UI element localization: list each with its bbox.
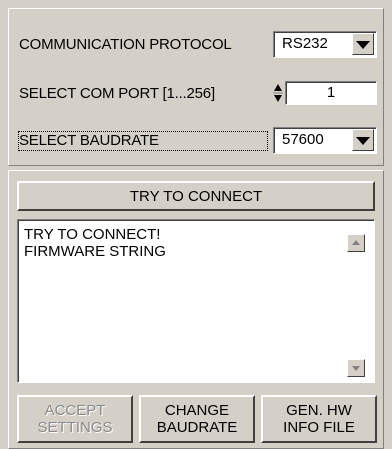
change-baudrate-label: CHANGE BAUDRATE [156,402,238,436]
gen-hw-info-file-button[interactable]: GEN. HW INFO FILE [261,395,377,443]
protocol-dropdown-button[interactable] [352,33,374,55]
scroll-down-button[interactable] [347,359,365,377]
try-connect-label: TRY TO CONNECT [129,187,263,205]
baudrate-dropdown-button[interactable] [352,129,374,151]
connection-log-text: TRY TO CONNECT! FIRMWARE STRING [24,226,166,260]
baudrate-value: 57600 [282,131,324,148]
try-connect-button[interactable]: TRY TO CONNECT [17,181,375,211]
scroll-up-button[interactable] [347,234,365,252]
connection-log[interactable]: TRY TO CONNECT! FIRMWARE STRING [17,219,375,383]
gen-hw-info-file-label: GEN. HW INFO FILE [283,402,355,436]
accept-settings-button[interactable]: ACCEPT SETTINGS [17,395,133,443]
baudrate-label: SELECT BAUDRATE [19,132,159,149]
scroll-up-icon [352,240,360,245]
protocol-value: RS232 [282,35,328,52]
com-port-value: 1 [326,84,336,101]
change-baudrate-button[interactable]: CHANGE BAUDRATE [139,395,255,443]
baudrate-select[interactable]: 57600 [273,127,377,154]
spinner-arrows-icon [273,84,283,102]
protocol-label: COMMUNICATION PROTOCOL [19,36,232,53]
chevron-down-icon [356,137,370,145]
scroll-down-icon [352,366,360,371]
accept-settings-label: ACCEPT SETTINGS [37,402,113,436]
settings-panel: COMMUNICATION PROTOCOL RS232 SELECT COM … [8,8,384,166]
chevron-down-icon [356,41,370,49]
com-port-spinner[interactable] [273,80,283,106]
com-port-label: SELECT COM PORT [1...256] [19,85,215,102]
connection-panel: TRY TO CONNECT TRY TO CONNECT! FIRMWARE … [8,170,384,449]
com-port-input[interactable]: 1 [285,81,377,105]
protocol-select[interactable]: RS232 [273,31,377,58]
